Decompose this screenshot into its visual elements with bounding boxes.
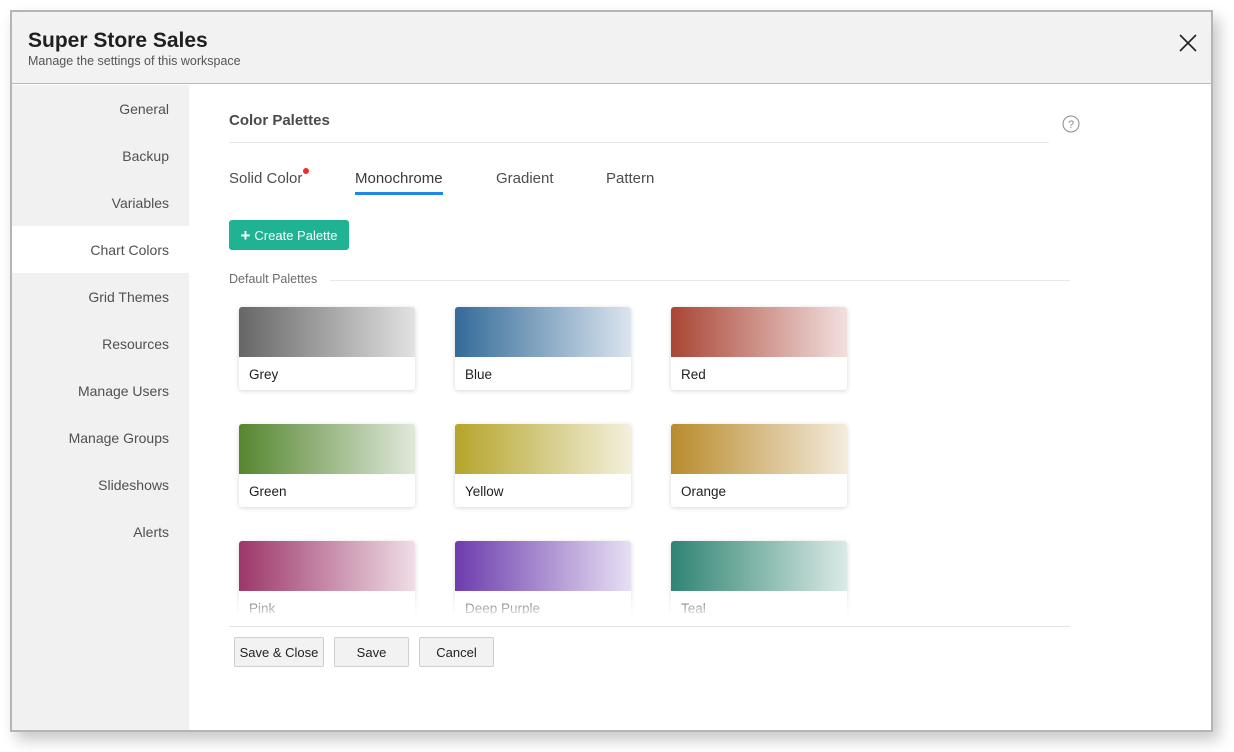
help-button[interactable]: ? [1062, 115, 1080, 133]
palette-card-orange[interactable]: Orange [671, 424, 847, 507]
svg-text:?: ? [1068, 119, 1074, 131]
tab-label: Solid Color [229, 170, 303, 187]
palette-name: Grey [249, 367, 279, 382]
palette-swatch [455, 541, 631, 591]
sidebar-item-resources[interactable]: Resources [12, 320, 189, 367]
tab-label: Monochrome [355, 170, 443, 187]
sidebar-item-alerts[interactable]: Alerts [12, 508, 189, 555]
sidebar-item-label: Chart Colors [90, 241, 169, 258]
sidebar-item-label: Backup [122, 147, 169, 164]
notification-dot [303, 168, 310, 174]
palette-card-green[interactable]: Green [239, 424, 415, 507]
palette-card-yellow[interactable]: Yellow [455, 424, 631, 507]
sidebar-item-variables[interactable]: Variables [12, 179, 189, 226]
palette-card-pink[interactable]: Pink [239, 541, 415, 614]
sidebar-item-slideshows[interactable]: Slideshows [12, 461, 189, 508]
sidebar-item-label: General [119, 100, 169, 117]
sidebar-item-label: Grid Themes [88, 288, 169, 305]
palette-name: Yellow [465, 484, 504, 499]
sidebar-item-general[interactable]: General [12, 85, 189, 132]
sidebar-item-manage-groups[interactable]: Manage Groups [12, 414, 189, 461]
palette-name: Green [249, 484, 287, 499]
chart-colors-panel: Color Palettes ? Solid Color Monochrome … [189, 85, 1211, 730]
sidebar-item-grid-themes[interactable]: Grid Themes [12, 273, 189, 320]
palette-name: Orange [681, 484, 727, 499]
group-divider [330, 280, 1070, 281]
workspace-settings-dialog: Super Store Sales Manage the settings of… [10, 10, 1213, 732]
tab-gradient[interactable]: Gradient [496, 170, 554, 192]
sidebar-item-manage-users[interactable]: Manage Users [12, 367, 189, 414]
palette-name: Teal [681, 601, 706, 614]
palette-grid[interactable]: Grey Blue Red Green Yellow Orange Pink Deep Pur… [229, 297, 1069, 614]
sidebar-item-label: Resources [102, 335, 169, 352]
sidebar-item-chart-colors[interactable]: Chart Colors [12, 226, 189, 273]
palette-swatch [239, 424, 415, 474]
tab-label: Pattern [606, 170, 655, 187]
help-circle-icon: ? [1062, 115, 1080, 133]
sidebar-item-label: Manage Groups [68, 429, 169, 446]
create-palette-button[interactable]: + Create Palette [229, 220, 349, 250]
palette-swatch [671, 307, 847, 357]
palette-name: Red [681, 367, 706, 382]
save-button[interactable]: Save [334, 637, 409, 667]
palette-name: Blue [465, 367, 493, 382]
close-icon [1179, 34, 1197, 52]
tab-solid-color[interactable]: Solid Color [229, 168, 310, 192]
palette-swatch [455, 424, 631, 474]
palette-card-teal[interactable]: Teal [671, 541, 847, 614]
palette-swatch [455, 307, 631, 357]
sidebar-item-label: Variables [111, 194, 169, 211]
palette-swatch [671, 541, 847, 591]
palette-swatch [239, 307, 415, 357]
sidebar-item-backup[interactable]: Backup [12, 132, 189, 179]
dialog-title: Super Store Sales [28, 29, 208, 52]
sidebar-item-label: Slideshows [98, 476, 169, 493]
create-palette-label: Create Palette [254, 227, 338, 243]
palette-card-red[interactable]: Red [671, 307, 847, 390]
palette-card-blue[interactable]: Blue [455, 307, 631, 390]
sidebar-item-label: Manage Users [77, 382, 169, 399]
tab-monochrome[interactable]: Monochrome [355, 170, 443, 195]
footer-divider [229, 626, 1070, 627]
cancel-button[interactable]: Cancel [419, 637, 494, 667]
palette-card-deep-purple[interactable]: Deep Purple [455, 541, 631, 614]
plus-icon: + [240, 225, 251, 245]
sidebar-item-label: Alerts [133, 523, 169, 540]
dialog-subtitle: Manage the settings of this workspace [28, 54, 241, 68]
palette-swatch [671, 424, 847, 474]
palette-card-grey[interactable]: Grey [239, 307, 415, 390]
section-divider [229, 142, 1049, 143]
dialog-header: Super Store Sales Manage the settings of… [12, 12, 1211, 84]
close-button[interactable] [1177, 32, 1199, 54]
settings-sidebar: General Backup Variables Chart Colors Gr… [12, 85, 189, 730]
palette-name: Deep Purple [465, 601, 541, 614]
default-palettes-label: Default Palettes [229, 272, 318, 286]
tab-pattern[interactable]: Pattern [606, 170, 654, 192]
save-and-close-button[interactable]: Save & Close [234, 637, 324, 667]
palette-name: Pink [249, 601, 276, 614]
section-title: Color Palettes [229, 112, 330, 129]
palette-swatch [239, 541, 415, 591]
tab-label: Gradient [496, 170, 554, 187]
